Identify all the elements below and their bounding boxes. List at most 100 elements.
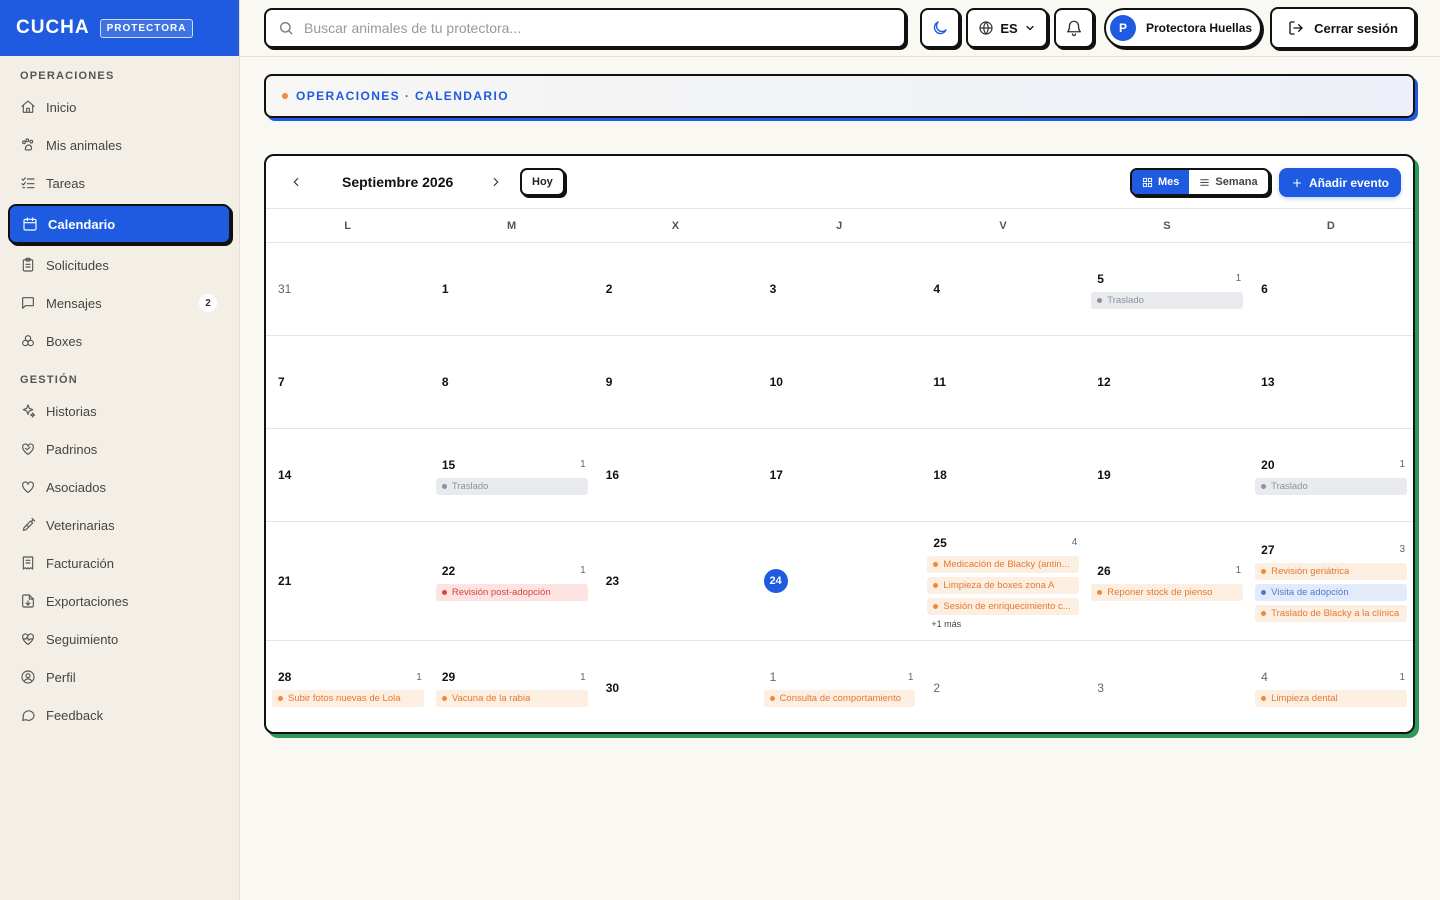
calendar-day-cell[interactable]: 20 1 Traslado xyxy=(1249,429,1413,521)
day-number: 21 xyxy=(278,574,292,588)
calendar-day-cell[interactable]: 28 1 Subir fotos nuevas de Lola xyxy=(266,641,430,732)
calendar-day-cell[interactable]: 1 xyxy=(430,243,594,335)
calendar-day-cell[interactable]: 25 4 Medicación de Blacky (antin... Limpiez… xyxy=(921,522,1085,640)
event-count: 1 xyxy=(1235,273,1242,284)
logout-button[interactable]: Cerrar sesión xyxy=(1270,7,1416,49)
calendar-event[interactable]: Subir fotos nuevas de Lola xyxy=(272,690,424,707)
receipt-icon xyxy=(22,556,34,570)
sidebar-item-label: Feedback xyxy=(46,707,104,723)
calendar-day-cell[interactable]: 30 xyxy=(594,641,758,732)
day-number: 29 xyxy=(441,670,456,684)
calendar-event[interactable]: Traslado xyxy=(1091,291,1244,309)
event-dot-icon xyxy=(1097,297,1103,303)
sidebar-item-veterinarias[interactable]: Veterinarias xyxy=(8,506,231,544)
sidebar-item-mis-animales[interactable]: Mis animales xyxy=(8,126,231,164)
calendar-day-cell[interactable]: 12 xyxy=(1085,336,1249,428)
calendar-week-row: 7 8 9 10 11 12 13 xyxy=(266,336,1413,429)
calendar-day-cell[interactable]: 4 1 Limpieza dental xyxy=(1249,641,1413,732)
calendar-day-cell[interactable]: 5 1 Traslado xyxy=(1085,243,1249,335)
weekday-header: LMXJVSD xyxy=(266,209,1413,243)
calendar-event[interactable]: Reponer stock de pienso xyxy=(1091,583,1244,601)
calendar-day-cell[interactable]: 1 1 Consulta de comportamiento xyxy=(758,641,922,732)
calendar-day-cell[interactable]: 3 xyxy=(758,243,922,335)
view-month-button[interactable]: Mes xyxy=(1132,170,1190,194)
calendar-event[interactable]: Traslado de Blacky a la clínica xyxy=(1255,604,1407,622)
prev-month-button[interactable] xyxy=(284,170,308,194)
calendar-day-cell[interactable]: 23 xyxy=(594,522,758,640)
sidebar-item-padrinos[interactable]: Padrinos xyxy=(8,430,231,468)
calendar-day-cell[interactable]: 16 xyxy=(594,429,758,521)
calendar-day-cell[interactable]: 22 1 Revisión post-adopción xyxy=(430,522,594,640)
calendar-day-cell[interactable]: 7 xyxy=(266,336,430,428)
sidebar-item-asociados[interactable]: Asociados xyxy=(8,468,231,506)
calendar-day-cell[interactable]: 21 xyxy=(266,522,430,640)
calendar-day-cell[interactable]: 19 xyxy=(1085,429,1249,521)
sidebar-item-solicitudes[interactable]: Solicitudes xyxy=(8,246,231,284)
calendar-day-cell[interactable]: 2 xyxy=(921,641,1085,732)
calendar-event[interactable]: Visita de adopción xyxy=(1255,583,1407,601)
day-number: 25 xyxy=(933,535,947,550)
calendar-day-cell[interactable]: 8 xyxy=(430,336,594,428)
sidebar-item-boxes[interactable]: Boxes xyxy=(8,322,231,360)
day-number: 20 xyxy=(1261,457,1275,472)
brand-header[interactable]: CUCHA PROTECTORA xyxy=(0,0,239,56)
calendar-day-cell[interactable]: 3 xyxy=(1085,641,1249,732)
calendar-event[interactable]: Traslado xyxy=(1255,477,1407,495)
sidebar-item-feedback[interactable]: Feedback xyxy=(8,696,231,734)
calendar-icon xyxy=(23,217,37,231)
next-month-button[interactable] xyxy=(484,170,508,194)
calendar-day-cell[interactable]: 4 xyxy=(921,243,1085,335)
add-event-button[interactable]: Añadir evento xyxy=(1279,168,1402,197)
calendar-day-cell[interactable]: 14 xyxy=(266,429,430,521)
day-header: 51 xyxy=(1091,270,1243,288)
calendar-event[interactable]: Revisión geriátrica xyxy=(1255,562,1407,580)
calendar-day-cell[interactable]: 13 xyxy=(1249,336,1413,428)
calendar-event[interactable]: Traslado xyxy=(435,477,588,495)
calendar-day-cell[interactable]: 27 3 Revisión geriátrica Visita de adopción… xyxy=(1249,522,1413,640)
calendar-event[interactable]: Limpieza dental xyxy=(1255,690,1407,707)
calendar-event[interactable]: Medicación de Blacky (antin... xyxy=(927,555,1080,573)
sidebar-item-historias[interactable]: Historias xyxy=(8,392,231,430)
weekday-label: J xyxy=(836,219,843,232)
calendar-day-cell[interactable]: 11 xyxy=(921,336,1085,428)
list-check-icon xyxy=(21,177,35,189)
calendar-event[interactable]: Sesión de enriquecimiento c... xyxy=(927,597,1080,615)
theme-toggle-button[interactable] xyxy=(920,8,960,48)
calendar-event[interactable]: Revisión post-adopción xyxy=(435,583,588,601)
sidebar-item-inicio[interactable]: Inicio xyxy=(8,88,231,126)
calendar-day-cell[interactable]: 6 xyxy=(1249,243,1413,335)
sidebar-item-mensajes[interactable]: Mensajes 2 xyxy=(8,284,231,322)
more-events-link[interactable]: +1 más xyxy=(927,619,1079,629)
view-week-button[interactable]: Semana xyxy=(1189,170,1267,194)
search-input[interactable] xyxy=(304,20,864,36)
calendar-day-cell[interactable]: 9 xyxy=(594,336,758,428)
view-toggle: Mes Semana xyxy=(1130,168,1270,196)
calendar-day-cell[interactable]: 17 xyxy=(758,429,922,521)
day-header: 16 xyxy=(600,466,752,484)
sidebar-item-perfil[interactable]: Perfil xyxy=(8,658,231,696)
today-button[interactable]: Hoy xyxy=(520,168,565,196)
search-box[interactable] xyxy=(264,8,906,48)
calendar-day-cell[interactable]: 18 xyxy=(921,429,1085,521)
sidebar-item-calendario[interactable]: Calendario xyxy=(8,204,231,244)
calendar-event[interactable]: Consulta de comportamiento xyxy=(763,690,916,707)
calendar-event[interactable]: Vacuna de la rabia xyxy=(435,690,588,707)
calendar-day-cell[interactable]: 10 xyxy=(758,336,922,428)
sidebar-item-tareas[interactable]: Tareas xyxy=(8,164,231,202)
calendar-card: Septiembre 2026 Hoy Mes Semana Añadir ev… xyxy=(264,154,1415,734)
sidebar-item-seguimiento[interactable]: Seguimiento xyxy=(8,620,231,658)
calendar-day-cell[interactable]: 15 1 Traslado xyxy=(430,429,594,521)
calendar-day-cell[interactable]: 31 xyxy=(266,243,430,335)
sidebar-item-facturacion[interactable]: Facturación xyxy=(8,544,231,582)
event-count: 1 xyxy=(416,671,422,683)
notifications-button[interactable] xyxy=(1054,8,1094,48)
calendar-day-cell[interactable]: 2 xyxy=(594,243,758,335)
calendar-day-cell[interactable]: 26 1 Reponer stock de pienso xyxy=(1085,522,1249,640)
sidebar-item-exportaciones[interactable]: Exportaciones xyxy=(8,582,231,620)
calendar-day-cell[interactable]: 24 xyxy=(758,522,922,640)
calendar-day-cell[interactable]: 29 1 Vacuna de la rabia xyxy=(430,641,594,732)
calendar-event[interactable]: Limpieza de boxes zona A xyxy=(927,576,1080,594)
day-header: 2 xyxy=(600,280,752,298)
user-profile-button[interactable]: P Protectora Huellas xyxy=(1104,8,1262,48)
language-select[interactable]: ES xyxy=(966,8,1048,48)
